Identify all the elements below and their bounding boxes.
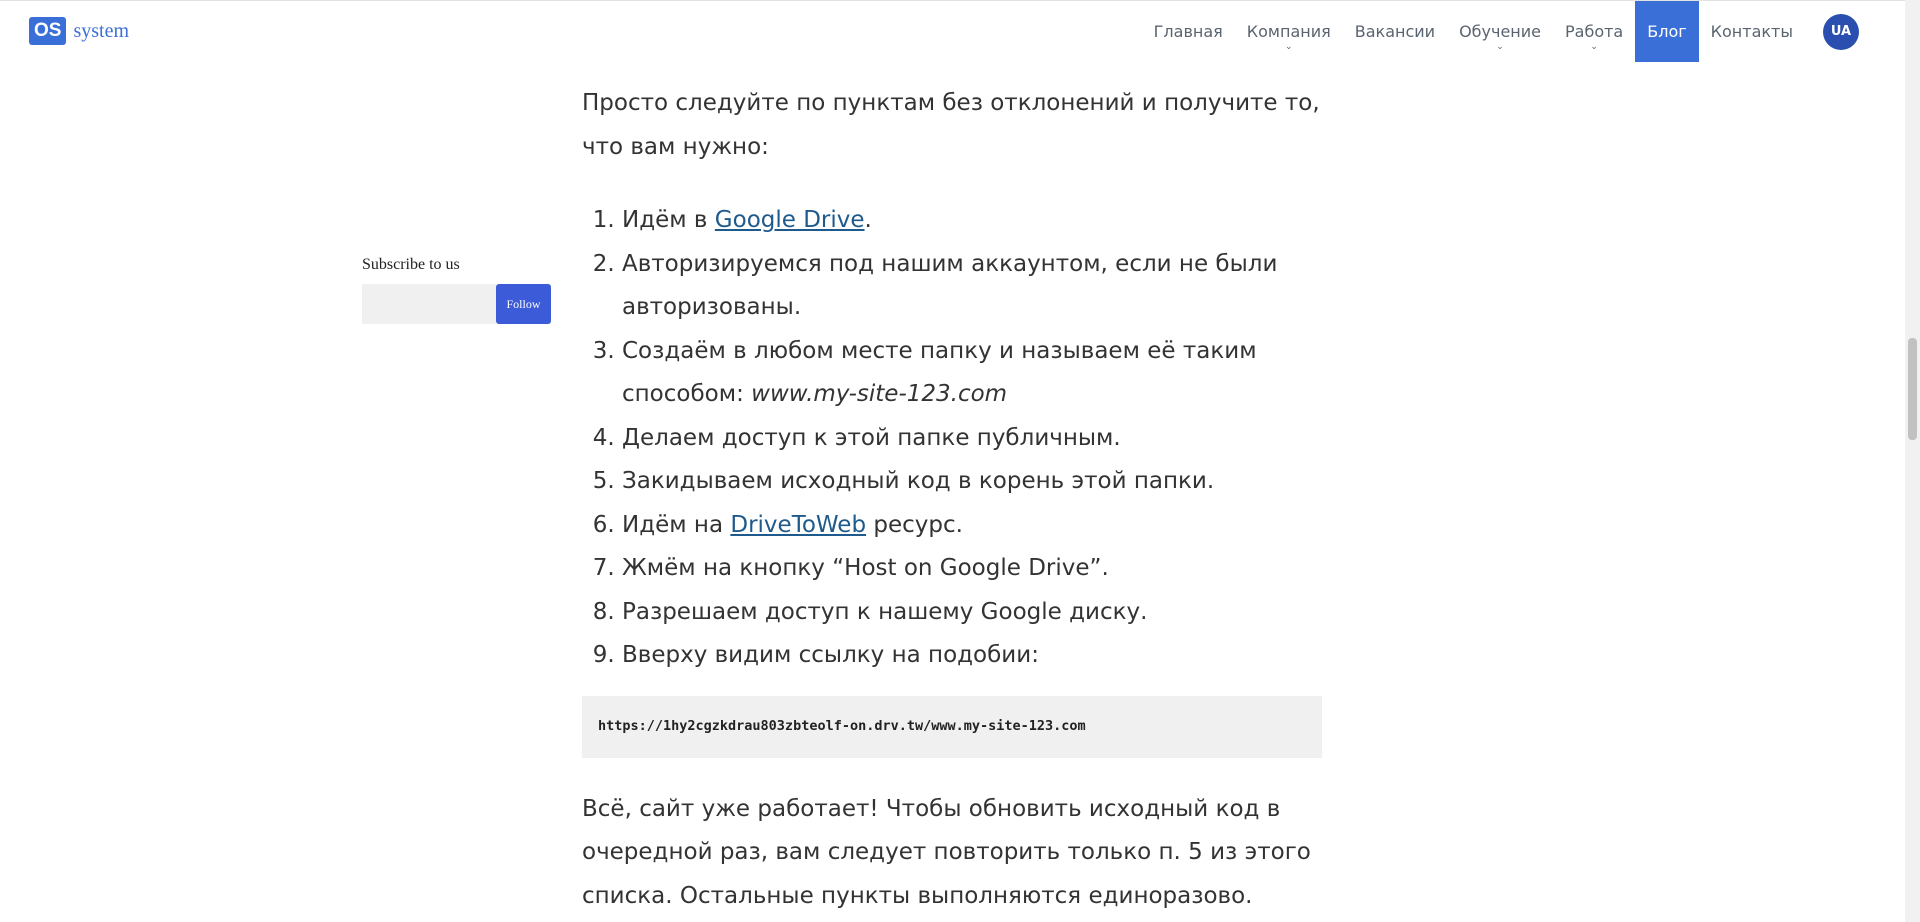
chevron-down-icon: ⌄ bbox=[1496, 42, 1504, 52]
nav-item-label: Обучение bbox=[1459, 22, 1541, 41]
nav-item-education[interactable]: Обучение ⌄ bbox=[1447, 1, 1553, 62]
nav-item-vacancies[interactable]: Вакансии bbox=[1343, 1, 1447, 62]
subscribe-form: Follow bbox=[362, 284, 551, 324]
list-item: Авторизируемся под нашим аккаунтом, если… bbox=[622, 243, 1322, 330]
nav-item-label: Главная bbox=[1153, 22, 1223, 41]
subscribe-widget: Subscribe to us Follow bbox=[362, 256, 551, 324]
nav-item-label: Блог bbox=[1647, 22, 1687, 41]
step-text: Вверху видим ссылку на подобии: bbox=[622, 642, 1039, 668]
follow-button[interactable]: Follow bbox=[496, 284, 551, 324]
list-item: Идём на DriveToWeb ресурс. bbox=[622, 504, 1322, 548]
nav-item-label: Работа bbox=[1565, 22, 1624, 41]
google-drive-link[interactable]: Google Drive bbox=[715, 207, 865, 233]
logo-badge: OS bbox=[29, 17, 67, 45]
step-text: Разрешаем доступ к нашему Google диску. bbox=[622, 598, 1148, 625]
nav-item-company[interactable]: Компания ⌄ bbox=[1235, 1, 1343, 62]
step-text: Закидываем исходный код в корень этой па… bbox=[622, 468, 1215, 494]
page-scrollbar[interactable] bbox=[1905, 0, 1920, 922]
chevron-down-icon: ⌄ bbox=[1284, 42, 1293, 52]
language-switch[interactable]: UA bbox=[1823, 13, 1859, 50]
steps-list: Идём в Google Drive. Авторизируемся под … bbox=[582, 199, 1322, 678]
subscribe-email-input[interactable] bbox=[362, 284, 496, 324]
chevron-down-icon: ⌄ bbox=[1590, 42, 1598, 52]
nav-item-home[interactable]: Главная bbox=[1142, 1, 1235, 62]
article-outro: Всё, сайт уже работает! Чтобы обновить и… bbox=[582, 795, 1311, 909]
list-item: Закидываем исходный код в корень этой па… bbox=[622, 460, 1322, 504]
step-text: Авторизируемся под нашим аккаунтом, если… bbox=[622, 250, 1278, 321]
nav-item-contacts[interactable]: Контакты bbox=[1699, 1, 1805, 62]
site-logo[interactable]: OS system bbox=[29, 17, 129, 45]
logo-text: system bbox=[73, 19, 130, 42]
article-body: Просто следуйте по пунктам без отклонени… bbox=[582, 82, 1322, 918]
nav-item-label: Контакты bbox=[1710, 22, 1793, 41]
main-nav: Главная Компания ⌄ Вакансии Обучение ⌄ Р… bbox=[1142, 1, 1905, 62]
list-item: Делаем доступ к этой папке публичным. bbox=[622, 417, 1322, 461]
list-item: Идём в Google Drive. bbox=[622, 199, 1322, 243]
subscribe-title: Subscribe to us bbox=[362, 256, 460, 273]
list-item: Жмём на кнопку “Host on Google Drive”. bbox=[622, 547, 1322, 591]
step-text: Идём на bbox=[622, 511, 731, 538]
list-item: Создаём в любом месте папку и называем е… bbox=[622, 330, 1322, 417]
site-header: OS system Главная Компания ⌄ Вакансии Об… bbox=[0, 0, 1905, 62]
article-intro: Просто следуйте по пунктам без отклонени… bbox=[582, 90, 1320, 160]
drivetoweb-link[interactable]: DriveToWeb bbox=[730, 512, 866, 538]
step-text: . bbox=[864, 207, 872, 233]
code-url: https://1hy2cgzkdrau803zbteolf-on.drv.tw… bbox=[598, 717, 1086, 734]
step-text: Идём в bbox=[622, 207, 715, 233]
nav-item-blog[interactable]: Блог bbox=[1635, 1, 1699, 62]
nav-item-label: Компания bbox=[1246, 22, 1331, 41]
nav-item-work[interactable]: Работа ⌄ bbox=[1553, 1, 1635, 62]
scrollbar-thumb[interactable] bbox=[1908, 338, 1917, 440]
folder-name: www.my-site-123.com bbox=[751, 381, 1008, 407]
list-item: Разрешаем доступ к нашему Google диску. bbox=[622, 591, 1322, 635]
step-text: Жмём на кнопку “Host on Google Drive”. bbox=[622, 555, 1109, 581]
step-text: ресурс. bbox=[866, 511, 963, 538]
step-text: Делаем доступ к этой папке публичным. bbox=[622, 424, 1121, 451]
code-block: https://1hy2cgzkdrau803zbteolf-on.drv.tw… bbox=[582, 695, 1322, 758]
nav-item-label: Вакансии bbox=[1354, 22, 1436, 41]
list-item: Вверху видим ссылку на подобии: bbox=[622, 634, 1322, 678]
